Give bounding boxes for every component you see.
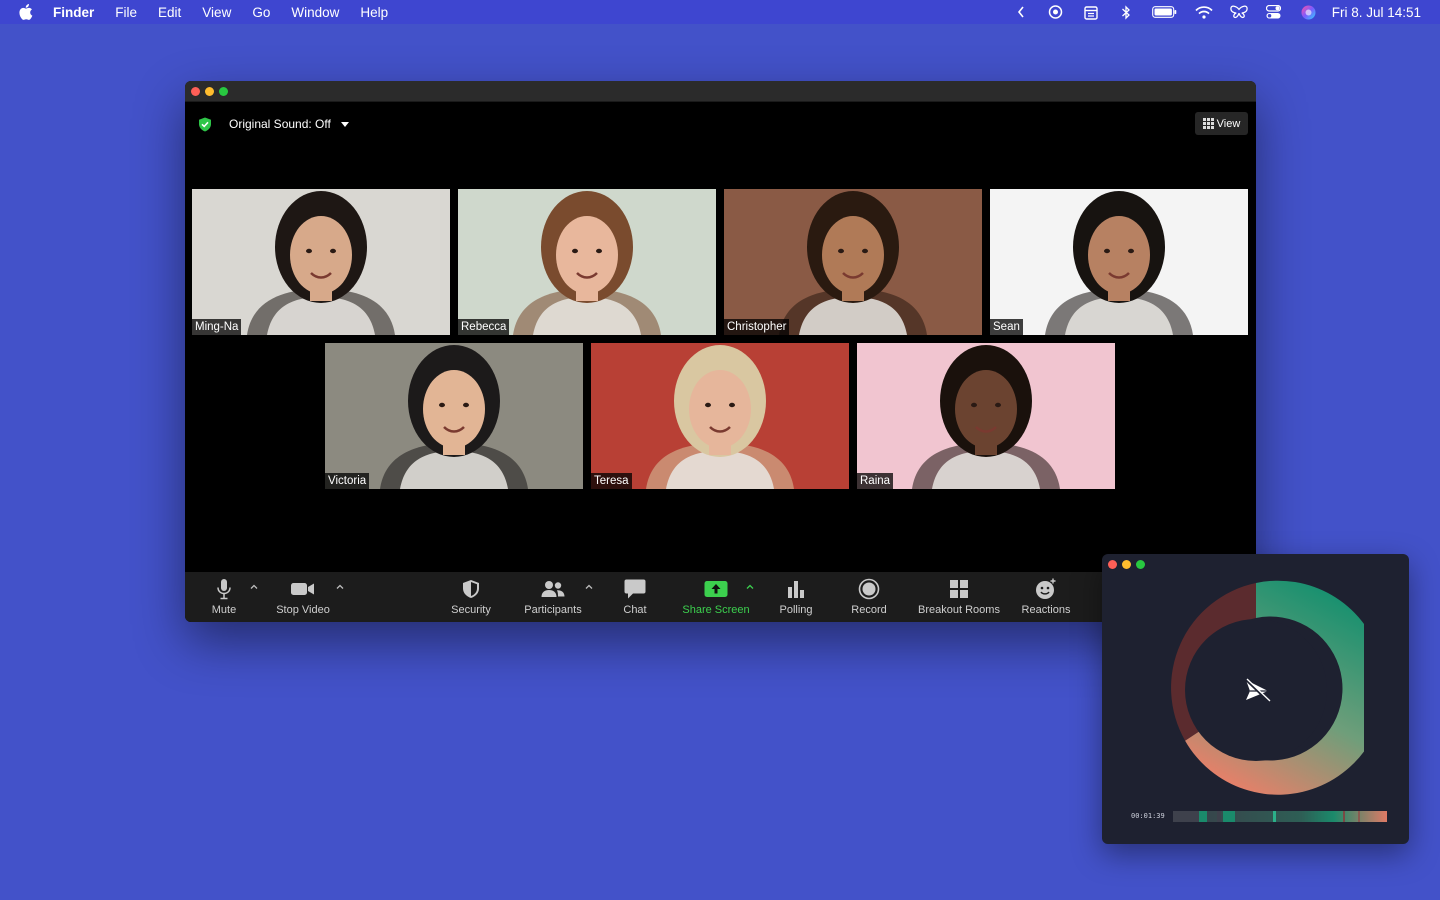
share-screen-arrow-icon — [704, 578, 728, 600]
chevron-left-icon[interactable] — [1012, 4, 1030, 20]
share-screen-label: Share Screen — [682, 604, 750, 616]
menu-clock[interactable]: Fri 8. Jul 14:51 — [1332, 5, 1421, 20]
mute-button[interactable]: Mute — [209, 572, 239, 622]
record-icon — [858, 578, 880, 600]
participant-tile[interactable]: Victoria — [325, 343, 583, 489]
window-titlebar — [185, 81, 1256, 102]
recording-progress-ring — [1171, 580, 1364, 795]
video-options-chevron-icon[interactable] — [335, 582, 345, 592]
chat-label: Chat — [623, 604, 647, 616]
zoom-window-button[interactable] — [219, 86, 228, 96]
minimize-window-button[interactable] — [205, 86, 214, 96]
microphone-icon — [216, 578, 232, 600]
participant-video-feed — [513, 191, 661, 335]
menu-view[interactable]: View — [202, 5, 231, 20]
participants-label: Participants — [524, 604, 582, 616]
wifi-icon[interactable] — [1195, 4, 1213, 20]
participants-options-chevron-icon[interactable] — [584, 582, 594, 592]
chat-bubble-icon — [624, 578, 646, 600]
meeting-toolbar: Mute Stop Video Security Participants Ch… — [185, 572, 1256, 622]
participant-name-label: Christopher — [724, 319, 790, 335]
security-label: Security — [451, 604, 491, 616]
participant-name-label: Teresa — [591, 473, 632, 489]
menu-window[interactable]: Window — [291, 5, 339, 20]
recorder-close-button[interactable] — [1108, 560, 1117, 569]
siri-icon[interactable] — [1300, 4, 1318, 20]
participants-button[interactable]: Participants — [523, 572, 583, 622]
breakout-grid-icon — [949, 578, 969, 600]
share-screen-button[interactable]: Share Screen — [682, 572, 750, 622]
smiley-add-icon — [1035, 578, 1057, 600]
control-center-icon[interactable] — [1265, 4, 1283, 20]
participant-video-feed — [1045, 191, 1193, 335]
polling-button[interactable]: Polling — [777, 572, 815, 622]
recording-timeline[interactable] — [1173, 811, 1387, 822]
recorder-window: 00:01:39 — [1102, 554, 1409, 844]
eye-icon[interactable] — [1047, 4, 1065, 20]
record-label: Record — [851, 604, 887, 616]
participant-video-feed — [380, 345, 528, 489]
elapsed-time: 00:01:39 — [1131, 812, 1165, 820]
view-label: View — [1216, 117, 1241, 130]
meeting-topbar: Original Sound: Off View — [185, 102, 1256, 146]
menu-help[interactable]: Help — [360, 5, 388, 20]
breakout-rooms-label: Breakout Rooms — [918, 604, 1000, 616]
encryption-shield-icon[interactable] — [198, 117, 212, 132]
participant-video-feed — [779, 191, 927, 335]
participant-tile[interactable]: Teresa — [591, 343, 849, 489]
audio-options-chevron-icon[interactable] — [249, 582, 259, 592]
security-shield-icon — [462, 578, 480, 600]
original-sound-dropdown[interactable]: Original Sound: Off — [229, 117, 349, 131]
bar-chart-icon — [787, 578, 805, 600]
apple-icon[interactable] — [18, 3, 34, 21]
chat-button[interactable]: Chat — [618, 572, 652, 622]
participant-tile[interactable]: Ming-Na — [192, 189, 450, 335]
caret-down-icon — [340, 121, 349, 127]
participant-tile[interactable]: Rebecca — [458, 189, 716, 335]
participant-name-label: Rebecca — [458, 319, 510, 335]
reactions-button[interactable]: Reactions — [1021, 572, 1071, 622]
participant-tile[interactable]: Sean — [990, 189, 1248, 335]
original-sound-label: Original Sound: Off — [229, 117, 331, 131]
view-button[interactable]: View — [1195, 112, 1248, 135]
participant-name-label: Victoria — [325, 473, 370, 489]
menu-go[interactable]: Go — [252, 5, 270, 20]
stop-video-label: Stop Video — [276, 604, 330, 616]
video-camera-icon — [291, 578, 315, 600]
record-button[interactable]: Record — [849, 572, 889, 622]
participant-video-feed — [247, 191, 395, 335]
menu-file[interactable]: File — [115, 5, 137, 20]
participant-video-feed — [646, 345, 794, 489]
share-options-chevron-icon[interactable] — [745, 582, 755, 592]
menu-bar: Finder File Edit View Go Window Help Fri… — [0, 0, 1440, 24]
participant-tile[interactable]: Raina — [857, 343, 1115, 489]
polling-label: Polling — [779, 604, 813, 616]
mute-label: Mute — [211, 604, 237, 616]
calendar-icon[interactable] — [1082, 4, 1100, 20]
battery-icon[interactable] — [1152, 4, 1178, 20]
participants-icon — [541, 578, 565, 600]
close-window-button[interactable] — [191, 86, 200, 96]
participant-name-label: Ming-Na — [192, 319, 242, 335]
butterfly-icon[interactable] — [1229, 4, 1248, 20]
recorder-minimize-button[interactable] — [1122, 560, 1131, 569]
participant-name-label: Raina — [857, 473, 894, 489]
recorder-zoom-button[interactable] — [1136, 560, 1145, 569]
zoom-meeting-window: Original Sound: Off View Ming-Na Rebecca C… — [185, 81, 1256, 622]
breakout-rooms-button[interactable]: Breakout Rooms — [918, 572, 1000, 622]
reactions-label: Reactions — [1021, 604, 1071, 616]
security-button[interactable]: Security — [449, 572, 493, 622]
bluetooth-icon[interactable] — [1117, 4, 1135, 20]
stop-video-button[interactable]: Stop Video — [275, 572, 331, 622]
menu-edit[interactable]: Edit — [158, 5, 181, 20]
grid-icon — [1202, 118, 1214, 129]
participant-tile[interactable]: Christopher — [724, 189, 982, 335]
participant-video-feed — [912, 345, 1060, 489]
participant-name-label: Sean — [990, 319, 1023, 335]
menu-app-name[interactable]: Finder — [53, 5, 94, 20]
